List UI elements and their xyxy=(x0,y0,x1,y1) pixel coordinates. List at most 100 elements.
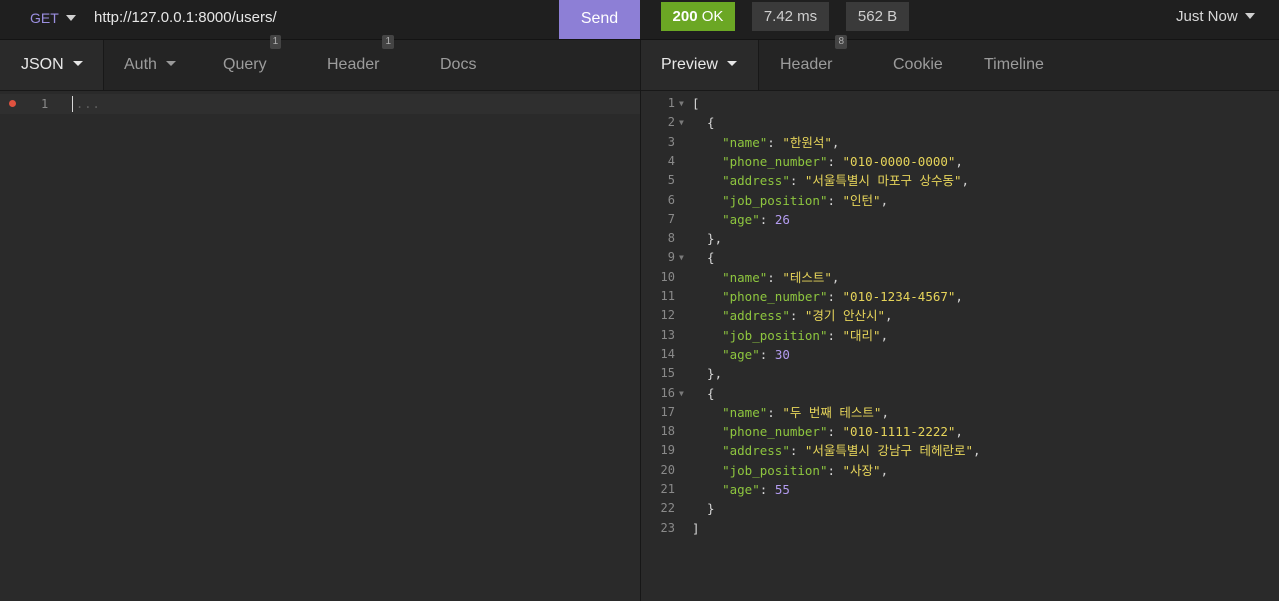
line-number: 13 xyxy=(660,327,675,342)
response-time-badge: 7.42 ms xyxy=(752,2,829,31)
json-line: 9 ▼ { xyxy=(641,248,1279,267)
json-line: 13 "job_position": "대리", xyxy=(641,326,1279,345)
json-code: { xyxy=(692,385,715,401)
json-code: "address": "서울특별시 강남구 테헤란로", xyxy=(722,443,981,459)
json-code: "address": "서울특별시 마포구 상수동", xyxy=(722,173,970,189)
json-line: 4 "phone_number": "010-0000-0000", xyxy=(641,152,1279,171)
fold-arrow-icon[interactable]: ▼ xyxy=(679,113,684,132)
request-body-editor[interactable]: 1 ... xyxy=(0,91,640,601)
line-number: 8 xyxy=(667,231,675,246)
json-code: "age": 55 xyxy=(722,482,790,497)
json-code: { xyxy=(692,115,715,131)
line-number: 17 xyxy=(660,404,675,419)
chevron-down-icon xyxy=(726,61,737,67)
json-code: "name": "두 번째 테스트", xyxy=(722,404,889,420)
json-code: [ xyxy=(692,96,700,111)
tab-query[interactable]: Query1 xyxy=(223,35,282,90)
status-badge: 200 OK xyxy=(661,2,735,31)
line-number: 21 xyxy=(660,482,675,496)
json-line: 1 ▼ [ xyxy=(641,94,1279,113)
chevron-down-icon xyxy=(65,15,76,22)
tab-timeline[interactable]: Timeline xyxy=(984,40,1044,90)
line-number: 9 xyxy=(667,250,675,265)
fold-arrow-icon[interactable]: ▼ xyxy=(679,248,684,267)
json-code: "age": 26 xyxy=(722,211,790,227)
line-number: 5 xyxy=(667,173,675,188)
json-code: "job_position": "대리", xyxy=(722,327,889,343)
tab-count-badge: 8 xyxy=(835,35,848,49)
method-dropdown[interactable]: GET xyxy=(30,0,76,38)
response-preview[interactable]: 1 ▼ [2 ▼ {3 "name": "한원석", 4 "phone_number":… xyxy=(641,91,1279,601)
tab-label: Preview xyxy=(661,56,718,73)
json-line: 17 "name": "두 번째 테스트", xyxy=(641,403,1279,422)
json-code: { xyxy=(692,250,715,266)
tab-json[interactable]: JSON xyxy=(0,40,104,90)
json-line: 8 }, xyxy=(641,229,1279,248)
tab-label: Query xyxy=(223,56,267,73)
json-line: 2 ▼ { xyxy=(641,113,1279,132)
json-line: 16 ▼ { xyxy=(641,384,1279,403)
json-line: 6 "job_position": "인턴", xyxy=(641,191,1279,210)
tab-label: Header xyxy=(327,56,380,73)
body-placeholder: ... xyxy=(76,97,101,111)
tab-label: Docs xyxy=(440,56,477,73)
tab-count-badge: 1 xyxy=(382,35,395,49)
line-number: 4 xyxy=(667,153,675,168)
line-number: 10 xyxy=(660,269,675,284)
json-line: 3 "name": "한원석", xyxy=(641,133,1279,152)
json-line: 21 "age": 55 xyxy=(641,480,1279,499)
line-number: 19 xyxy=(660,443,675,458)
line-number: 2 xyxy=(667,115,675,130)
json-line: 10 "name": "테스트", xyxy=(641,268,1279,287)
tab-label: Timeline xyxy=(984,56,1044,73)
json-code: }, xyxy=(692,231,723,247)
json-line: 18 "phone_number": "010-1111-2222", xyxy=(641,422,1279,441)
json-code: "name": "테스트", xyxy=(722,269,840,285)
tab-label: Cookie xyxy=(893,56,943,73)
tab-cookie[interactable]: Cookie xyxy=(893,40,943,90)
fold-arrow-icon[interactable]: ▼ xyxy=(679,94,684,113)
json-line: 20 "job_position": "사장", xyxy=(641,461,1279,480)
json-line: 5 "address": "서울특별시 마포구 상수동", xyxy=(641,171,1279,190)
json-code: "name": "한원석", xyxy=(722,134,840,150)
url-input[interactable]: http://127.0.0.1:8000/users/ xyxy=(94,0,277,38)
history-dropdown[interactable]: Just Now xyxy=(1176,0,1255,36)
line-number: 1 xyxy=(667,96,675,110)
method-label: GET xyxy=(30,10,59,26)
error-dot-icon xyxy=(9,100,16,107)
line-number: 20 xyxy=(660,462,675,477)
json-code: ] xyxy=(692,520,700,536)
json-line: 12 "address": "경기 안산시", xyxy=(641,306,1279,325)
json-line: 23] xyxy=(641,519,1279,538)
line-number: 23 xyxy=(660,520,675,535)
json-code: "phone_number": "010-1234-4567", xyxy=(722,289,963,304)
tab-docs[interactable]: Docs xyxy=(440,40,476,90)
status-text: OK xyxy=(701,8,724,25)
top-bar: GET http://127.0.0.1:8000/users/ Send 20… xyxy=(0,0,1279,40)
tab-preview[interactable]: Preview xyxy=(641,40,759,90)
json-line: 11 "phone_number": "010-1234-4567", xyxy=(641,287,1279,306)
json-line: 7 "age": 26 xyxy=(641,210,1279,229)
json-line: 15 }, xyxy=(641,364,1279,383)
tab-count-badge: 1 xyxy=(269,35,282,49)
line-number: 11 xyxy=(660,289,675,303)
json-line: 14 "age": 30 xyxy=(641,345,1279,364)
response-size-badge: 562 B xyxy=(846,2,909,31)
tab-header[interactable]: Header1 xyxy=(327,35,395,90)
line-number: 18 xyxy=(660,424,675,439)
chevron-down-icon xyxy=(165,61,176,67)
json-code: "address": "경기 안산시", xyxy=(722,308,893,324)
json-code: "age": 30 xyxy=(722,346,790,362)
json-code: "phone_number": "010-1111-2222", xyxy=(722,424,963,440)
json-code: } xyxy=(692,501,715,517)
line-number: 7 xyxy=(667,211,675,226)
send-button[interactable]: Send xyxy=(559,0,640,39)
json-code: "job_position": "인턴", xyxy=(722,192,889,208)
line-number: 16 xyxy=(660,385,675,400)
fold-arrow-icon[interactable]: ▼ xyxy=(679,384,684,403)
line-number: 12 xyxy=(660,308,675,323)
tab-response-header[interactable]: Header8 xyxy=(780,35,848,90)
request-tab-bar: JSON Auth Query1 Header1 Docs xyxy=(0,35,640,91)
json-line: 22 } xyxy=(641,499,1279,518)
tab-auth[interactable]: Auth xyxy=(124,40,176,90)
